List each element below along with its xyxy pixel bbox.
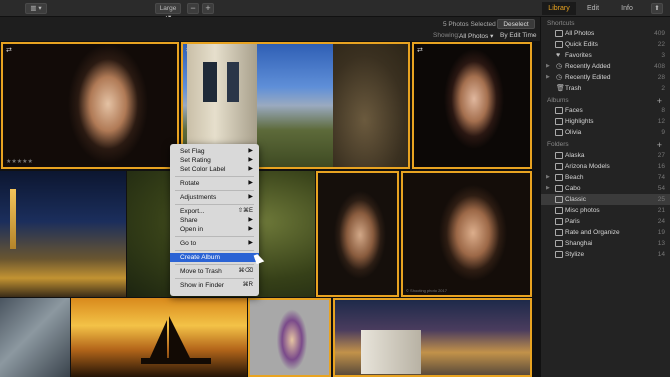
menu-item-move-to-trash[interactable]: Move to Trash ⌘⌫: [170, 267, 259, 276]
add-album-icon[interactable]: +: [657, 97, 662, 106]
sidebar-item-quick-edits[interactable]: Quick Edits 22: [541, 39, 670, 50]
menu-item-open-in[interactable]: Open in ▶: [170, 225, 259, 234]
disclosure-arrow-icon[interactable]: ▶: [546, 183, 550, 194]
sidebar-item-misc-photos[interactable]: Misc photos 21: [541, 205, 670, 216]
size-select[interactable]: Large ▴▾: [155, 3, 181, 21]
heart-icon: ♥: [556, 52, 561, 59]
selection-count: 5 Photos Selected: [443, 21, 496, 28]
tab-edit[interactable]: Edit: [578, 2, 608, 15]
photo-blonde-model[interactable]: [248, 298, 331, 377]
shortcuts-header: Shortcuts: [547, 20, 575, 27]
folder-icon: [555, 196, 563, 203]
showing-label: Showing:: [433, 32, 460, 39]
quick-edits-icon: [555, 41, 563, 48]
photo-woman-smile[interactable]: © Shooting photo 2017: [401, 171, 532, 297]
share-button[interactable]: ⬆: [651, 3, 663, 14]
sidebar-item-recently-added[interactable]: ▶ ◷ Recently Added 408: [541, 61, 670, 72]
menu-separator: [175, 250, 254, 251]
sidebar-item-stylize[interactable]: Stylize 14: [541, 249, 670, 260]
sidebar-item-arizona-models[interactable]: Arizona Models 16: [541, 161, 670, 172]
zoom-in-button[interactable]: +: [202, 3, 214, 14]
menu-item-create-album[interactable]: Create Album: [170, 253, 259, 262]
menu-separator: [175, 204, 254, 205]
photo-water-face[interactable]: [316, 171, 399, 297]
menu-item-share[interactable]: Share ▶: [170, 216, 259, 225]
photo-sailboat-sunset[interactable]: [71, 298, 247, 377]
edited-icon: ⇄: [417, 47, 423, 54]
sidebar-item-rate-and-organize[interactable]: Rate and Organize 19: [541, 227, 670, 238]
album-icon: [555, 118, 563, 125]
menu-separator: [175, 264, 254, 265]
menu-separator: [175, 236, 254, 237]
disclosure-arrow-icon[interactable]: ▶: [546, 61, 550, 72]
rating-stars[interactable]: ★★★★★: [6, 158, 33, 165]
trash-icon: 🗑: [556, 85, 565, 92]
tab-info[interactable]: Info: [610, 2, 644, 15]
disclosure-arrow-icon[interactable]: ▶: [546, 72, 550, 83]
sidebar-item-beach[interactable]: ▶ Beach 74: [541, 172, 670, 183]
context-menu: Set Flag ▶ Set Rating ▶ Set Color Label ▶ R…: [170, 144, 259, 296]
sidebar-item-all-photos[interactable]: All Photos 409: [541, 28, 670, 39]
showing-filter[interactable]: All Photos ▾: [459, 32, 493, 40]
toolbar: ▥ ▾ Large ▴▾ − + Library Edit Info ⬆: [0, 0, 670, 21]
photo-grid: ⇄ ★★★★★ ⇄ ⇄ © Shooting photo 2017 Set Fl…: [0, 41, 540, 377]
sidebar-item-faces[interactable]: Faces 8: [541, 105, 670, 116]
clock-icon: ◷: [556, 74, 563, 81]
folder-icon: [555, 174, 563, 181]
sidebar: Shortcuts All Photos 409 Quick Edits 22 ♥ F…: [540, 17, 670, 377]
menu-item-adjustments[interactable]: Adjustments ▶: [170, 193, 259, 202]
folder-icon: [555, 251, 563, 258]
sidebar-item-trash[interactable]: 🗑 Trash 2: [541, 83, 670, 94]
menu-item-go-to[interactable]: Go to ▶: [170, 239, 259, 248]
sidebar-item-recently-edited[interactable]: ▶ ◷ Recently Edited 28: [541, 72, 670, 83]
photo-paris-night[interactable]: [0, 171, 126, 297]
photo-modern-building[interactable]: [333, 298, 532, 377]
folder-icon: [555, 163, 563, 170]
photo-woman-dark[interactable]: ⇄: [412, 42, 532, 169]
folder-icon: [555, 229, 563, 236]
tab-library[interactable]: Library: [542, 2, 576, 15]
sidebar-item-shanghai[interactable]: Shanghai 13: [541, 238, 670, 249]
edited-icon: ⇄: [6, 47, 12, 54]
album-icon: [555, 129, 563, 136]
status-bar: 5 Photos Selected Deselect Showing: All …: [0, 17, 540, 47]
deselect-button[interactable]: Deselect: [497, 19, 535, 29]
menu-item-set-rating[interactable]: Set Rating ▶: [170, 156, 259, 165]
menu-item-show-in-finder[interactable]: Show in Finder ⌘R: [170, 281, 259, 290]
menu-item-export[interactable]: Export... ⇧⌘E: [170, 207, 259, 216]
menu-item-set-flag[interactable]: Set Flag ▶: [170, 147, 259, 156]
photo-woman-gold[interactable]: ⇄ ★★★★★: [1, 42, 179, 169]
sidebar-item-classic[interactable]: Classic 25: [541, 194, 670, 205]
photo-caption: © Shooting photo 2017: [406, 288, 447, 293]
menu-separator: [175, 278, 254, 279]
folder-icon: [555, 152, 563, 159]
add-folder-icon[interactable]: +: [657, 141, 662, 150]
folder-icon: [555, 218, 563, 225]
folder-icon: [555, 240, 563, 247]
photos-icon: [555, 30, 563, 37]
album-icon: [555, 107, 563, 114]
folder-icon: [555, 207, 563, 214]
sidebar-item-olivia[interactable]: Olivia 9: [541, 127, 670, 138]
menu-separator: [175, 190, 254, 191]
sidebar-toggle-button[interactable]: ▥ ▾: [25, 3, 47, 14]
sidebar-item-alaska[interactable]: Alaska 27: [541, 150, 670, 161]
sidebar-item-favorites[interactable]: ♥ Favorites 3: [541, 50, 670, 61]
photo-rocks[interactable]: [0, 298, 70, 377]
menu-item-set-color-label[interactable]: Set Color Label ▶: [170, 165, 259, 174]
folders-header: Folders: [547, 141, 569, 148]
sidebar-item-cabo[interactable]: ▶ Cabo 54: [541, 183, 670, 194]
menu-separator: [175, 176, 254, 177]
clock-icon: ◷: [556, 63, 563, 70]
folder-icon: [555, 185, 563, 192]
sidebar-item-highlights[interactable]: Highlights 12: [541, 116, 670, 127]
zoom-out-button[interactable]: −: [187, 3, 199, 14]
albums-header: Albums: [547, 97, 569, 104]
disclosure-arrow-icon[interactable]: ▶: [546, 172, 550, 183]
sidebar-item-paris[interactable]: Paris 24: [541, 216, 670, 227]
menu-item-rotate[interactable]: Rotate ▶: [170, 179, 259, 188]
